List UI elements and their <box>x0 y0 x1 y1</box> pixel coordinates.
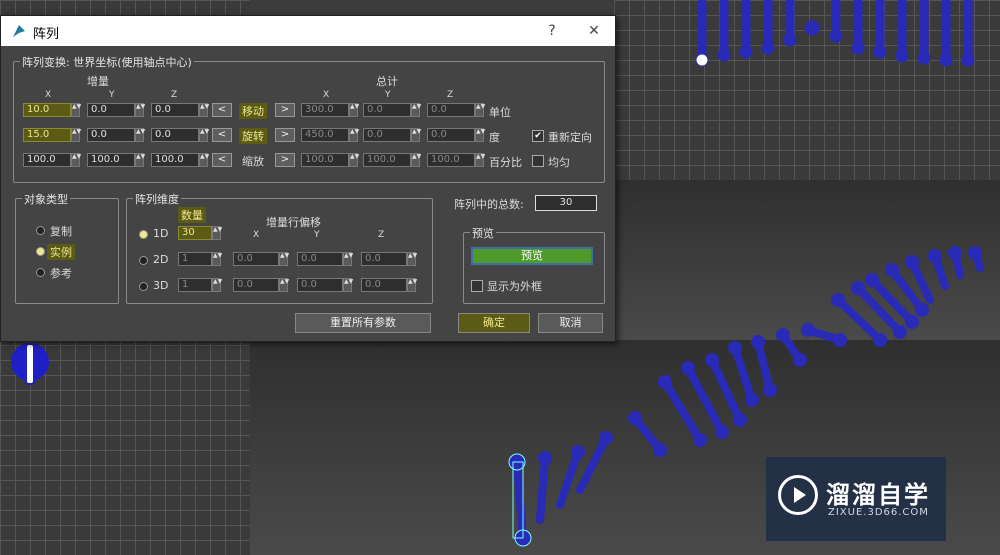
offset-3d-x[interactable]: 0.0 ▲▼ <box>233 278 289 292</box>
display-as-box-label: 显示为外框 <box>487 280 542 293</box>
reference-radio[interactable] <box>36 268 45 277</box>
preview-button[interactable]: 预览 <box>471 247 593 265</box>
logo-name: 溜溜自学 <box>826 481 930 509</box>
uniform-checkbox[interactable] <box>532 155 544 167</box>
offset-3d-y[interactable]: 0.0 ▲▼ <box>297 278 353 292</box>
reference-label: 参考 <box>50 267 72 280</box>
move-total-x[interactable]: 300.0 ▲▼ <box>301 103 359 117</box>
count-3d-spinner[interactable]: 1 ▲▼ <box>178 278 222 292</box>
scale-total-y[interactable]: 100.0 ▲▼ <box>363 153 421 167</box>
count-header: 数量 <box>178 207 206 223</box>
display-as-box-checkbox[interactable] <box>471 280 483 292</box>
total-in-array-label: 阵列中的总数: <box>454 198 524 211</box>
reorient-label: 重新定向 <box>548 131 592 144</box>
count-2d-spinner[interactable]: 1 ▲▼ <box>178 252 222 266</box>
rotate-inc-x[interactable]: 15.0 ▲▼ <box>23 128 81 142</box>
rotate-inc-z[interactable]: 0.0 ▲▼ <box>151 128 209 142</box>
inc-x-header: X <box>45 90 52 100</box>
reorient-checkbox[interactable]: ✔ <box>532 130 544 142</box>
copy-radio[interactable] <box>36 226 45 235</box>
offset-2d-z[interactable]: 0.0 ▲▼ <box>361 252 417 266</box>
offset-2d-x[interactable]: 0.0 ▲▼ <box>233 252 289 266</box>
rotate-total-z[interactable]: 0.0 ▲▼ <box>427 128 485 142</box>
rotate-label: 旋转 <box>239 128 267 144</box>
inc-z-header: Z <box>171 90 178 100</box>
offset-x-header: X <box>253 230 260 240</box>
dim-1d-label: 1D <box>153 227 169 240</box>
dim-3d-radio[interactable] <box>139 282 148 291</box>
app-logo-icon <box>13 25 25 37</box>
move-inc-y[interactable]: 0.0 ▲▼ <box>87 103 145 117</box>
totals-header: 总计 <box>376 75 398 88</box>
move-right-arrow-button[interactable]: > <box>275 103 295 117</box>
dim-1d-radio[interactable] <box>139 230 148 239</box>
scale-total-x[interactable]: 100.0 ▲▼ <box>301 153 359 167</box>
offset-3d-z[interactable]: 0.0 ▲▼ <box>361 278 417 292</box>
move-inc-z[interactable]: 0.0 ▲▼ <box>151 103 209 117</box>
scale-left-arrow-button[interactable]: < <box>212 153 232 167</box>
scale-right-arrow-button[interactable]: > <box>275 153 295 167</box>
instance-label: 实例 <box>47 244 75 260</box>
incremental-row-offsets-header: 增量行偏移 <box>266 216 321 229</box>
scale-total-z[interactable]: 100.0 ▲▼ <box>427 153 485 167</box>
scale-unit-label: 百分比 <box>489 156 522 169</box>
transform-group-title: 阵列变换: 世界坐标(使用轴点中心) <box>20 54 194 70</box>
copy-label: 复制 <box>50 225 72 238</box>
tot-x-header: X <box>323 90 330 100</box>
tot-z-header: Z <box>447 90 454 100</box>
rotate-unit-label: 度 <box>489 131 500 144</box>
close-button[interactable]: ✕ <box>583 20 605 42</box>
logo-url: ZIXUE.3D66.COM <box>828 507 929 518</box>
dim-2d-label: 2D <box>153 253 169 266</box>
scale-label: 缩放 <box>242 155 264 168</box>
play-logo-icon <box>778 475 818 515</box>
move-left-arrow-button[interactable]: < <box>212 103 232 117</box>
rotate-left-arrow-button[interactable]: < <box>212 128 232 142</box>
offset-y-header: Y <box>314 230 320 240</box>
inc-y-header: Y <box>109 90 115 100</box>
rotate-inc-y[interactable]: 0.0 ▲▼ <box>87 128 145 142</box>
instance-radio[interactable] <box>36 247 45 256</box>
preview-group-title: 预览 <box>470 225 496 241</box>
offset-2d-y[interactable]: 0.0 ▲▼ <box>297 252 353 266</box>
move-total-z[interactable]: 0.0 ▲▼ <box>427 103 485 117</box>
uniform-label: 均匀 <box>548 156 570 169</box>
move-inc-x[interactable]: 10.0 ▲▼ <box>23 103 81 117</box>
scale-inc-z[interactable]: 100.0 ▲▼ <box>151 153 209 167</box>
cancel-button[interactable]: 取消 <box>538 313 603 333</box>
incremental-header: 增量 <box>87 75 109 88</box>
rotate-total-x[interactable]: 450.0 ▲▼ <box>301 128 359 142</box>
move-label: 移动 <box>239 103 267 119</box>
move-total-y[interactable]: 0.0 ▲▼ <box>363 103 421 117</box>
dialog-titlebar[interactable]: 阵列 ? ✕ <box>1 16 615 46</box>
object-type-title: 对象类型 <box>22 191 70 207</box>
ok-button[interactable]: 确定 <box>458 313 530 333</box>
dimensions-title: 阵列维度 <box>133 191 181 207</box>
dim-3d-label: 3D <box>153 279 169 292</box>
scale-inc-x[interactable]: 100.0 ▲▼ <box>23 153 81 167</box>
rotate-total-y[interactable]: 0.0 ▲▼ <box>363 128 421 142</box>
offset-z-header: Z <box>378 230 385 240</box>
scale-inc-y[interactable]: 100.0 ▲▼ <box>87 153 145 167</box>
move-unit-label: 单位 <box>489 106 511 119</box>
array-dialog: 阵列 ? ✕ 阵列变换: 世界坐标(使用轴点中心) 增量 总计 X Y Z X … <box>0 15 616 342</box>
dialog-title: 阵列 <box>33 27 60 42</box>
tot-y-header: Y <box>385 90 391 100</box>
dim-2d-radio[interactable] <box>139 256 148 265</box>
help-button[interactable]: ? <box>541 20 563 42</box>
total-in-array-field: 30 <box>535 195 597 211</box>
count-1d-spinner[interactable]: 30 ▲▼ <box>178 226 222 240</box>
reset-all-parameters-button[interactable]: 重置所有参数 <box>295 313 431 333</box>
watermark-logo: 溜溜自学 ZIXUE.3D66.COM <box>766 457 946 541</box>
rotate-right-arrow-button[interactable]: > <box>275 128 295 142</box>
